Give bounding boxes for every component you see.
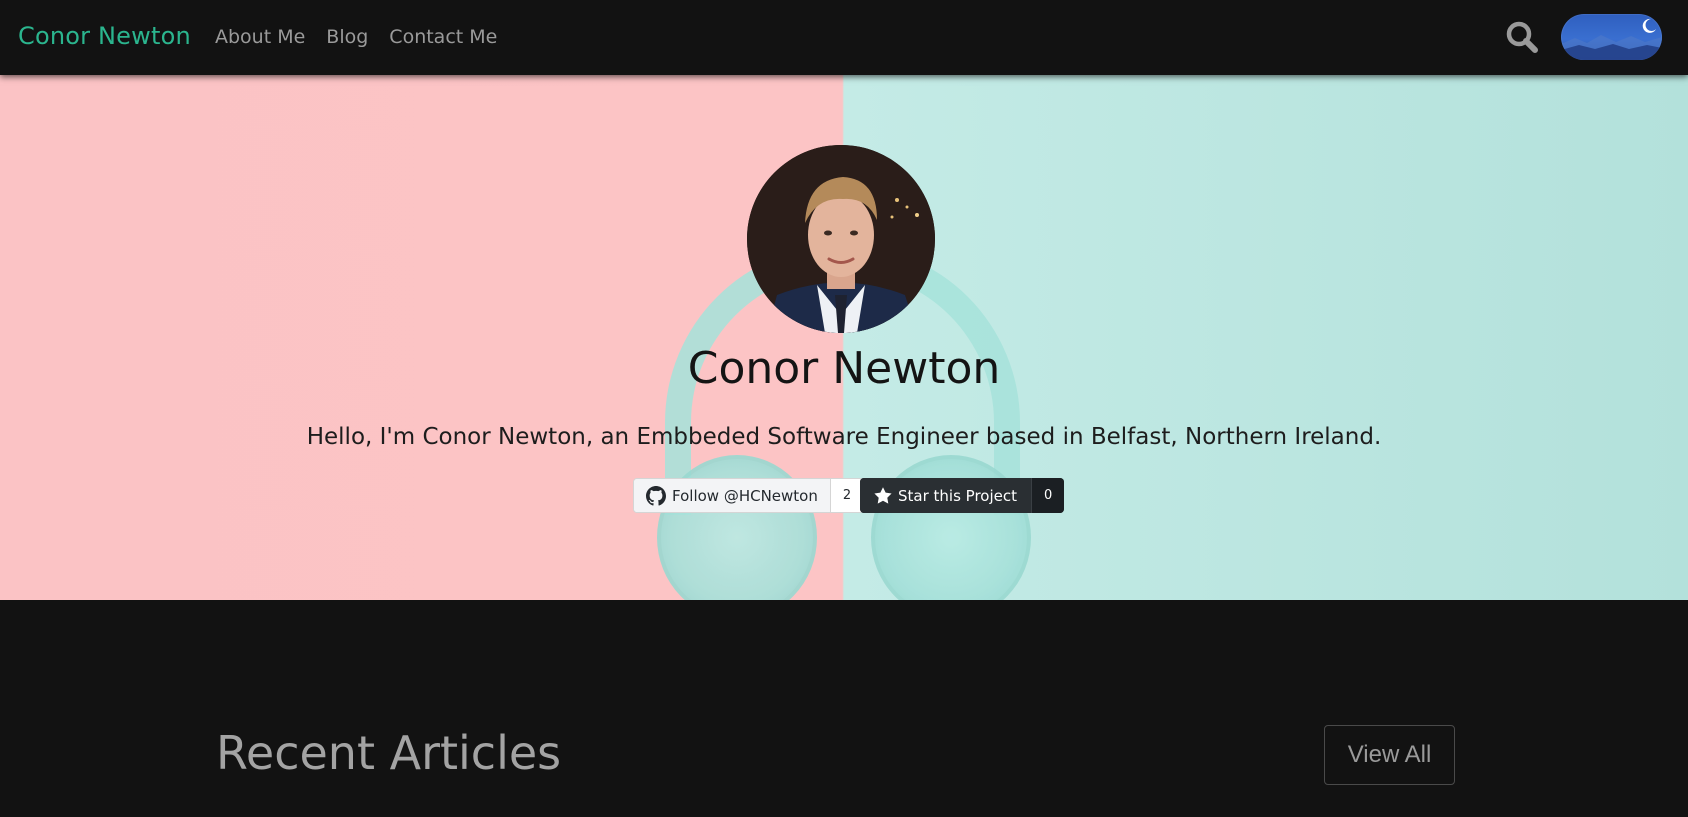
hero-section: Conor Newton Hello, I'm Conor Newton, an… — [0, 75, 1688, 600]
avatar-portrait — [747, 145, 935, 333]
brand-link[interactable]: Conor Newton — [18, 22, 191, 50]
nav-link-contact[interactable]: Contact Me — [389, 26, 497, 48]
github-star-count[interactable]: 0 — [1031, 478, 1065, 513]
github-star-button[interactable]: Star this Project 0 — [860, 478, 1065, 513]
nav-link-blog[interactable]: Blog — [326, 26, 368, 48]
hero-subtitle: Hello, I'm Conor Newton, an Embbeded Sof… — [306, 424, 1382, 450]
hero-title: Conor Newton — [687, 343, 1001, 394]
moon-icon — [1642, 18, 1656, 33]
github-follow-main[interactable]: Follow @HCNewton — [634, 479, 830, 512]
github-follow-count[interactable]: 2 — [829, 479, 864, 512]
github-icon — [646, 485, 666, 506]
avatar — [747, 145, 935, 333]
navbar: Conor Newton About Me Blog Contact Me — [0, 0, 1688, 75]
theme-toggle[interactable] — [1561, 14, 1662, 60]
github-follow-button[interactable]: Follow @HCNewton 2 — [633, 478, 865, 513]
search-icon — [1506, 21, 1538, 53]
github-follow-label: Follow @HCNewton — [672, 486, 818, 505]
github-star-main[interactable]: Star this Project — [860, 478, 1031, 513]
github-star-label: Star this Project — [898, 486, 1017, 505]
star-icon — [874, 486, 892, 504]
view-all-button[interactable]: View All — [1324, 725, 1455, 785]
search-button[interactable] — [1504, 19, 1540, 55]
recent-articles-title: Recent Articles — [216, 726, 562, 780]
nav-links: About Me Blog Contact Me — [215, 26, 497, 48]
nav-link-about[interactable]: About Me — [215, 26, 305, 48]
